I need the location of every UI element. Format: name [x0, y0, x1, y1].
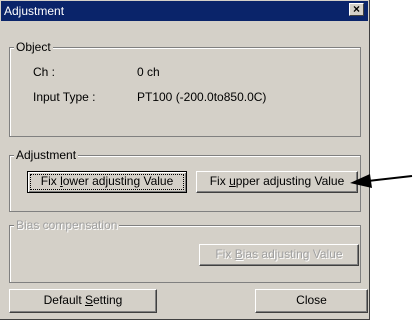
- adjustment-group-legend: Adjustment: [14, 148, 79, 162]
- fix-upper-adjusting-value-button[interactable]: Fix upper adjusting Value: [196, 171, 358, 193]
- close-button[interactable]: Close: [255, 289, 368, 313]
- default-setting-button[interactable]: Default Setting: [9, 289, 157, 313]
- ch-value: 0 ch: [137, 65, 160, 79]
- object-group-legend: Object: [14, 40, 53, 54]
- ch-label: Ch :: [33, 65, 56, 79]
- input-type-label: Input Type :: [33, 90, 96, 104]
- window-title: Adjustment: [4, 4, 65, 18]
- fix-lower-adjusting-value-button[interactable]: Fix lower adjusting Value: [27, 171, 187, 193]
- title-bar[interactable]: Adjustment ×: [1, 1, 368, 21]
- close-icon[interactable]: ×: [349, 3, 364, 16]
- bias-compensation-legend: Bias compensation: [14, 218, 120, 232]
- fix-bias-adjusting-value-button[interactable]: Fix Bias adjusting Value: [199, 244, 359, 266]
- input-type-value: PT100 (-200.0to850.0C): [137, 90, 267, 104]
- adjustment-dialog: Adjustment × Object Ch : 0 ch Input Type…: [0, 0, 370, 320]
- annotation-arrow-icon: [350, 174, 413, 188]
